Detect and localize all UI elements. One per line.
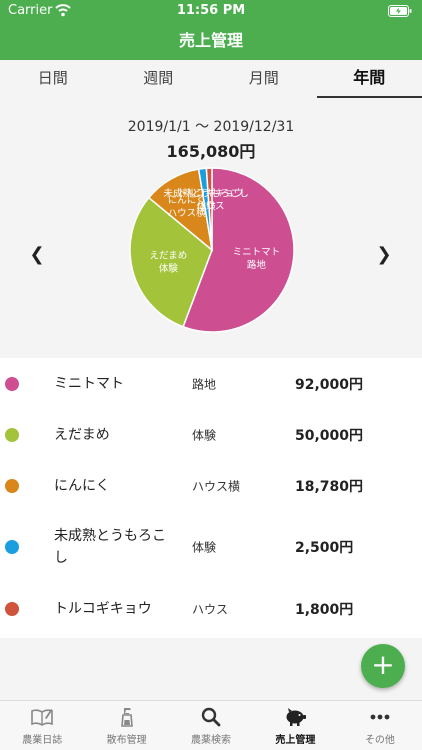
page-title: 売上管理 xyxy=(0,22,422,60)
sprayer-icon xyxy=(120,708,133,727)
color-dot xyxy=(5,478,19,493)
crop-name: 未成熟とうもろこし xyxy=(54,528,166,566)
color-dot xyxy=(5,376,19,391)
sales-pie-chart: ミニトマト路地えだまめ体験にんにくハウス横未成熟とうもろこし体験トルコギキョウハ… xyxy=(129,167,295,333)
amount: 92,000円 xyxy=(295,376,364,393)
list-item[interactable]: トルコギキョウ ハウス 1,800円 xyxy=(0,583,422,634)
search-icon xyxy=(201,707,221,727)
tabbar-label: 農業日誌 xyxy=(22,735,63,746)
add-sale-button[interactable]: + xyxy=(361,644,405,688)
tabbar-label: その他 xyxy=(364,735,395,746)
list-item[interactable]: えだまめ 体験 50,000円 xyxy=(0,409,422,460)
list-item[interactable]: 未成熟とうもろこし 体験 2,500円 xyxy=(0,511,422,583)
battery-icon xyxy=(388,5,412,17)
pie-slice-label: 体験 xyxy=(159,263,179,275)
amount: 1,800円 xyxy=(295,601,354,618)
period-tabs: 日間 週間 月間 年間 xyxy=(0,60,422,98)
sales-list: ミニトマト 路地 92,000円 えだまめ 体験 50,000円 にんにく ハウ… xyxy=(0,358,422,634)
tabbar-label: 農薬検索 xyxy=(191,735,232,746)
pie-slice-label: えだまめ xyxy=(150,251,188,262)
pie-slice-label: トルコギキョウ xyxy=(177,188,243,199)
tab-weekly[interactable]: 週間 xyxy=(106,60,212,98)
tabbar-item-search[interactable]: 農薬検索 xyxy=(169,701,253,750)
list-footer-area xyxy=(0,638,422,700)
crop-name: トルコギキョウ xyxy=(54,600,152,617)
tabbar-label: 売上管理 xyxy=(275,735,316,746)
tabbar-item-spray[interactable]: 散布管理 xyxy=(84,701,168,750)
color-dot xyxy=(5,427,19,442)
plot-name: ハウス xyxy=(192,602,229,616)
tab-monthly[interactable]: 月間 xyxy=(211,60,317,98)
tabbar-label: 散布管理 xyxy=(106,735,147,746)
plot-name: 路地 xyxy=(192,377,217,391)
clock: 11:56 PM xyxy=(176,3,246,18)
crop-name: ミニトマト xyxy=(54,375,124,392)
piggy-bank-icon xyxy=(286,708,307,726)
total-amount: 165,080円 xyxy=(166,142,256,161)
amount: 18,780円 xyxy=(295,478,364,495)
more-icon xyxy=(370,714,390,720)
tabbar-item-sales[interactable]: 売上管理 xyxy=(253,701,337,750)
pie-slice-label: 路地 xyxy=(247,259,267,271)
date-range: 2019/1/1 〜 2019/12/31 xyxy=(127,119,295,135)
list-item[interactable]: にんにく ハウス横 18,780円 xyxy=(0,460,422,511)
tab-daily[interactable]: 日間 xyxy=(0,60,106,98)
notebook-icon xyxy=(31,709,54,726)
tabbar-item-diary[interactable]: 農業日誌 xyxy=(0,701,84,750)
plot-name: 体験 xyxy=(192,428,217,442)
amount: 50,000円 xyxy=(295,427,364,444)
tab-bar: 農業日誌 散布管理 農薬検索 売上管理 その他 xyxy=(0,700,422,750)
list-item[interactable]: ミニトマト 路地 92,000円 xyxy=(0,358,422,409)
status-bar: Carrier 11:56 PM xyxy=(0,0,422,22)
crop-name: にんにく xyxy=(54,477,110,494)
next-period-button[interactable]: ❯ xyxy=(374,244,394,265)
crop-name: えだまめ xyxy=(54,426,110,443)
pie-slice-label: ミニトマト xyxy=(233,247,281,258)
plot-name: ハウス横 xyxy=(192,479,241,493)
previous-period-button[interactable]: ❮ xyxy=(27,244,47,265)
color-dot xyxy=(5,540,19,554)
tab-yearly[interactable]: 年間 xyxy=(316,60,422,98)
tabbar-item-more[interactable]: その他 xyxy=(338,701,422,750)
sales-summary: 2019/1/1 〜 2019/12/31 165,080円 ❮ ❯ ミニトマト… xyxy=(0,98,422,358)
plot-name: 体験 xyxy=(192,540,217,555)
pie-slice-label: ハウス xyxy=(196,201,225,212)
amount: 2,500円 xyxy=(295,540,354,556)
color-dot xyxy=(5,601,19,616)
